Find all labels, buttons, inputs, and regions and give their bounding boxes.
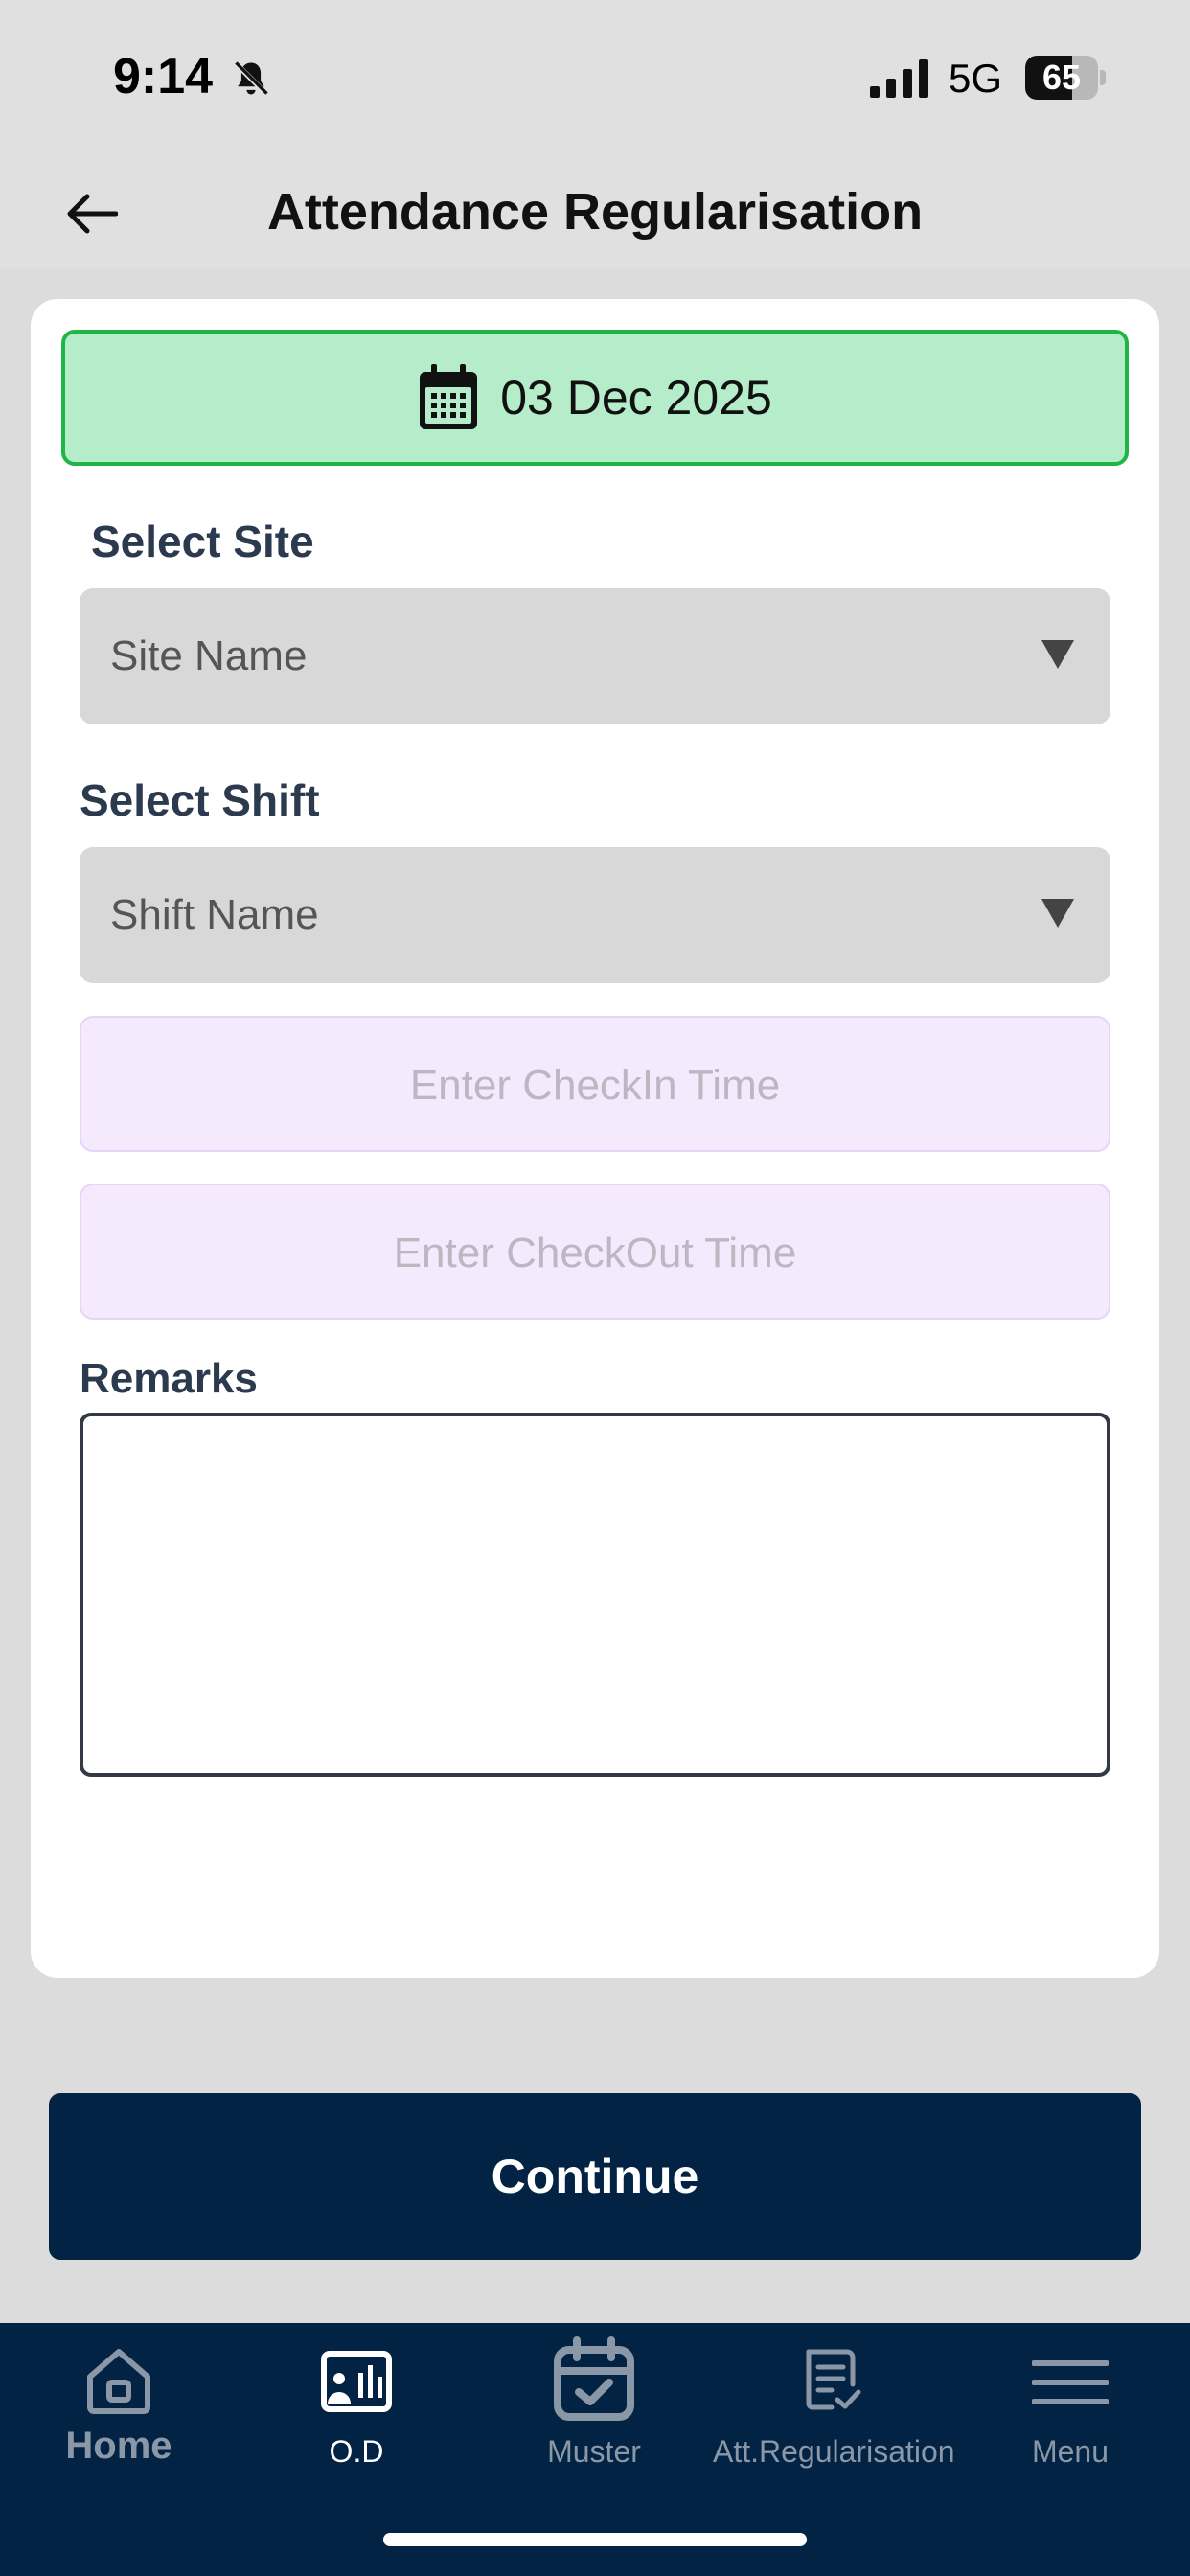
remarks-label: Remarks bbox=[80, 1355, 258, 1402]
continue-button[interactable]: Continue bbox=[49, 2093, 1141, 2260]
nav-label-home: Home bbox=[65, 2425, 172, 2467]
muster-calendar-icon bbox=[554, 2336, 634, 2421]
shift-select-value: Shift Name bbox=[110, 891, 319, 938]
battery-percent: 65 bbox=[1041, 58, 1082, 97]
bell-muted-icon bbox=[233, 60, 269, 97]
nav-item-menu[interactable]: Menu bbox=[950, 2323, 1190, 2515]
status-bar: 9:14 5G 65 bbox=[0, 0, 1190, 158]
od-icon bbox=[321, 2351, 392, 2412]
checkout-time-input[interactable]: Enter CheckOut Time bbox=[80, 1184, 1110, 1320]
site-select-value: Site Name bbox=[110, 632, 308, 679]
nav-label-od: O.D bbox=[329, 2434, 384, 2469]
checkin-time-input[interactable]: Enter CheckIn Time bbox=[80, 1016, 1110, 1152]
nav-item-att-regularisation[interactable]: Att.Regularisation bbox=[713, 2323, 955, 2515]
page-title: Attendance Regularisation bbox=[266, 183, 924, 241]
nav-item-od[interactable]: O.D bbox=[238, 2323, 475, 2515]
menu-icon bbox=[1032, 2360, 1109, 2404]
nav-label-muster: Muster bbox=[547, 2434, 641, 2469]
regularisation-doc-icon bbox=[806, 2349, 861, 2410]
continue-label: Continue bbox=[491, 2150, 699, 2203]
shift-select[interactable]: Shift Name bbox=[80, 847, 1110, 983]
site-label: Select Site bbox=[91, 517, 314, 566]
remarks-textarea[interactable] bbox=[80, 1413, 1110, 1777]
app-header: Attendance Regularisation bbox=[0, 158, 1190, 268]
nav-label-menu: Menu bbox=[1031, 2434, 1110, 2469]
checkin-placeholder: Enter CheckIn Time bbox=[409, 1062, 781, 1109]
nav-item-home[interactable]: Home bbox=[0, 2323, 238, 2515]
site-select[interactable]: Site Name bbox=[80, 588, 1110, 724]
shift-label: Select Shift bbox=[80, 775, 320, 825]
dropdown-arrow-icon bbox=[1041, 640, 1074, 669]
calendar-icon bbox=[420, 364, 478, 429]
nav-item-muster[interactable]: Muster bbox=[475, 2323, 713, 2515]
home-icon bbox=[87, 2349, 150, 2414]
nav-label-att-regularisation: Att.Regularisation bbox=[713, 2434, 955, 2469]
network-type: 5G bbox=[949, 56, 1003, 101]
checkout-placeholder: Enter CheckOut Time bbox=[393, 1230, 797, 1276]
cellular-signal-icon bbox=[870, 59, 928, 98]
date-selector[interactable]: 03 Dec 2025 bbox=[61, 330, 1129, 466]
battery-icon: 65 bbox=[1025, 56, 1106, 100]
status-time: 9:14 bbox=[113, 49, 214, 104]
dropdown-arrow-icon bbox=[1041, 899, 1074, 928]
form-card: 03 Dec 2025 Select Site Site Name Select… bbox=[31, 299, 1159, 1978]
selected-date: 03 Dec 2025 bbox=[500, 371, 772, 425]
home-indicator bbox=[383, 2533, 807, 2546]
screen: 9:14 5G 65 Attendance Regularisation 03 … bbox=[0, 0, 1190, 2576]
